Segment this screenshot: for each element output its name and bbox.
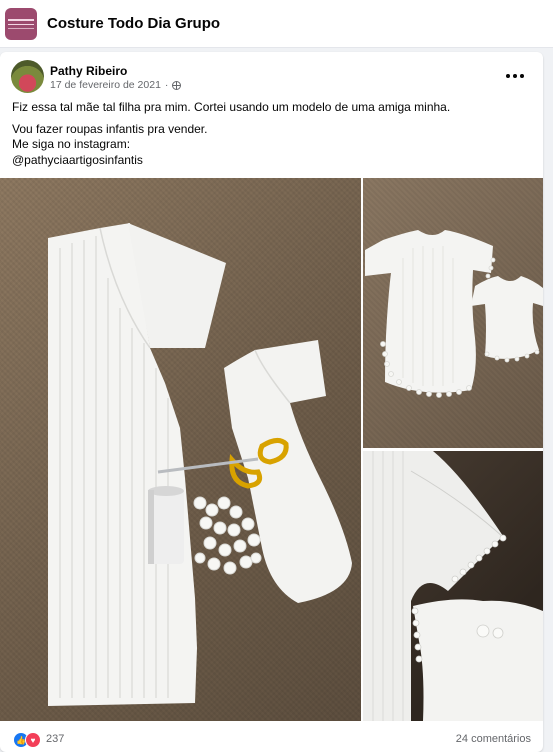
instagram-handle: @pathyciaartigosinfantis (12, 152, 143, 167)
globe-icon (172, 80, 182, 90)
comment-count[interactable]: 24 comentários (456, 733, 531, 745)
photo-finished-shirts[interactable] (363, 178, 543, 448)
more-options-button[interactable] (503, 64, 527, 88)
reaction-count[interactable]: 237 (46, 733, 64, 745)
post-date[interactable]: 17 de fevereiro de 2021 (50, 79, 161, 91)
reaction-icons[interactable]: 👍 ♥ (13, 732, 41, 748)
group-logo[interactable] (5, 8, 37, 40)
love-reaction-icon: ♥ (25, 732, 41, 748)
post-card: Pathy Ribeiro 17 de fevereiro de 2021 · … (0, 52, 543, 752)
group-title[interactable]: Costure Todo Dia Grupo (47, 15, 220, 32)
post-text: Fiz essa tal mãe tal filha pra mim. Cort… (12, 100, 532, 168)
author-avatar[interactable] (11, 60, 44, 93)
post-text-line: Fiz essa tal mãe tal filha pra mim. Cort… (12, 100, 451, 114)
photo-sleeve-detail[interactable] (363, 451, 543, 721)
ellipsis-icon (506, 74, 510, 78)
post-text-line: Me siga no instagram: (12, 137, 131, 151)
author-name[interactable]: Pathy Ribeiro (50, 64, 127, 78)
group-header: Costure Todo Dia Grupo (0, 0, 553, 48)
reactions-bar: 👍 ♥ 237 24 comentários (0, 727, 553, 748)
photo-grid (0, 178, 543, 721)
post-meta: 17 de fevereiro de 2021 · (50, 79, 182, 91)
post-text-line: Vou fazer roupas infantis pra vender. (12, 121, 208, 136)
photo-cut-fabric[interactable] (0, 178, 361, 721)
